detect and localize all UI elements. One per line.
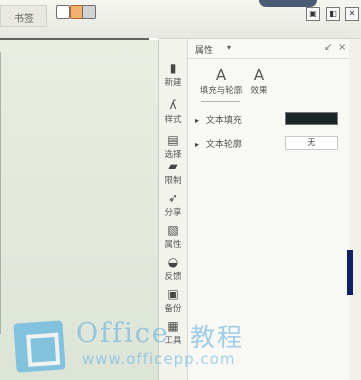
tool-share-label: 分享 [164,208,182,218]
tool-new-label: 新建 [164,78,182,88]
text-outline-label: 文本轮廓 [205,140,242,150]
restore-icon[interactable]: ◧ [326,7,340,21]
tool-restrict-label: 限制 [164,176,182,186]
panel-divider [188,58,349,59]
close-icon[interactable]: ✕ [345,7,359,21]
lock-icon[interactable] [82,5,96,19]
text-fill-color-swatch[interactable] [285,112,338,125]
tool-new-button[interactable]: ▮ 新建 [159,57,187,97]
window-frame-edge [259,0,317,7]
text-fill-row[interactable]: ▸ 文本填充 [195,113,242,126]
menu-icon[interactable]: ▣ [306,7,320,21]
effects-icon: A [253,66,265,84]
select-icon: ▤ [167,133,179,147]
tool-style-button[interactable]: ʎ 样式 [159,94,187,134]
tool-backup-label: 备份 [164,304,182,314]
backup-icon: ▣ [167,287,179,301]
text-fill-label: 文本填充 [205,116,242,126]
tool-style-label: 样式 [164,115,182,125]
text-outline-value[interactable]: 无 [285,136,338,150]
style-icon: ʎ [169,98,177,112]
properties-icon: ▧ [167,223,179,237]
close-panel-icon[interactable]: × [338,42,346,53]
office-logo [13,320,66,373]
watermark-url: www.officepp.com [82,350,236,368]
watermark-brand: Office [76,318,170,349]
top-bar: 书签 ▣ ◧ ✕ [0,0,361,39]
right-scrollbar[interactable] [350,39,361,380]
tool-feedback-label: 反馈 [164,272,182,282]
new-icon: ▮ [169,61,177,75]
active-tab-underline [201,101,240,102]
tab-effects[interactable]: A 效果 [233,66,285,97]
bookmark-tab[interactable]: 书签 [0,5,47,27]
left-page-guide [0,52,1,334]
restrict-icon: ▰ [168,159,178,173]
tab-effects-label: 效果 [250,86,268,96]
document-icon[interactable] [56,5,70,19]
scroll-accent [347,250,353,295]
feedback-icon: ◒ [167,255,179,269]
tool-properties-label: 属性 [164,240,182,250]
panel-title: 属性 [195,46,214,56]
expand-icon: ▸ [195,116,200,125]
watermark-suffix: 教程 [190,323,245,352]
bookmark-tab-label: 书签 [14,14,34,25]
expand-icon: ▸ [195,140,200,149]
text-outline-row[interactable]: ▸ 文本轮廓 [195,137,242,150]
collapse-panel-icon[interactable]: ↙ [324,42,332,53]
panel-title-arrow[interactable]: ▾ [227,43,231,52]
share-icon: ➶ [167,191,179,205]
